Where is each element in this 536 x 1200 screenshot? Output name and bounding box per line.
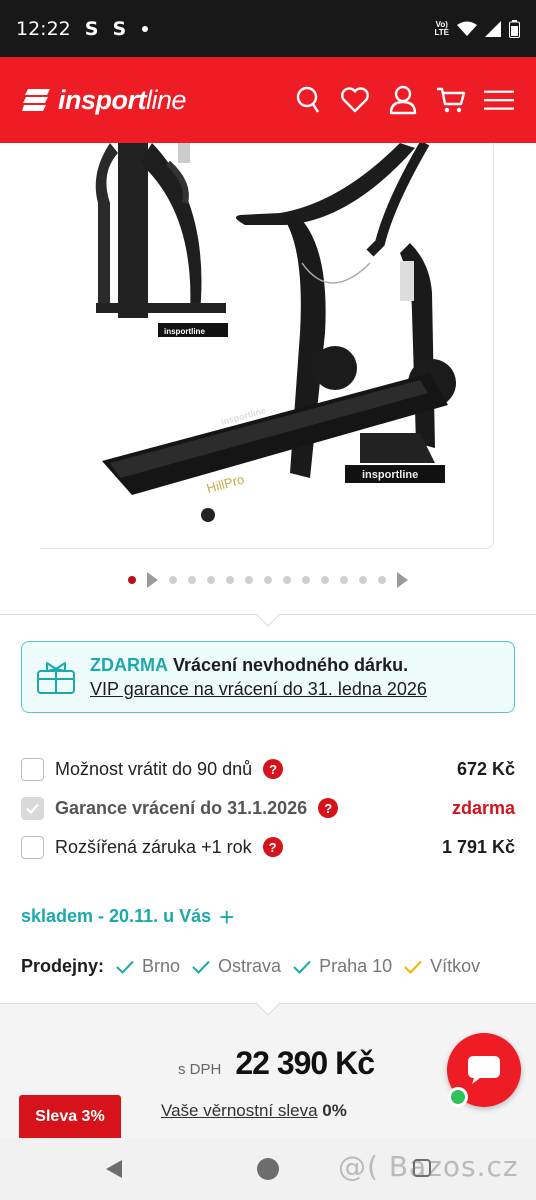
stores-label: Prodejny: — [21, 956, 105, 976]
status-time: 12:22 — [16, 17, 71, 40]
option-price: 672 Kč — [456, 758, 515, 779]
account-button[interactable] — [388, 85, 418, 115]
store-ostrava[interactable]: Ostrava — [192, 956, 281, 977]
cart-button[interactable] — [436, 85, 466, 115]
vat-label: s DPH — [178, 1061, 222, 1078]
wishlist-button[interactable] — [340, 85, 370, 115]
carousel-dot[interactable] — [264, 576, 272, 584]
heart-icon — [341, 87, 369, 113]
hamburger-icon — [484, 90, 514, 110]
option-extended-warranty[interactable]: Rozšířená záruka +1 rok ? 1 791 Kč — [21, 832, 515, 862]
carousel-dot[interactable] — [188, 576, 196, 584]
help-icon[interactable]: ? — [262, 837, 283, 857]
status-app-icon-2: S — [112, 17, 127, 40]
carousel-dot[interactable] — [340, 576, 348, 584]
chat-bubble-icon — [468, 1056, 500, 1084]
promo-free-label: ZDARMA — [90, 655, 168, 675]
bazos-watermark: @( Bazos.cz — [338, 1150, 519, 1183]
option-price: zdarma — [451, 797, 515, 818]
option-return-guarantee[interactable]: Garance vrácení do 31.1.2026 ? zdarma — [21, 793, 515, 823]
menu-button[interactable] — [484, 85, 514, 115]
store-brno[interactable]: Brno — [116, 956, 180, 977]
loyalty-discount-value: 0% — [322, 1101, 347, 1120]
check-icon — [293, 960, 311, 974]
help-icon[interactable]: ? — [318, 798, 339, 818]
cart-icon — [437, 87, 466, 113]
logo-text: insportline — [58, 84, 187, 115]
vip-guarantee-link[interactable]: VIP garance na vrácení do 31. ledna 2026 — [90, 679, 427, 699]
wifi-icon — [457, 21, 477, 36]
carousel-dot[interactable] — [378, 576, 386, 584]
android-navigation-bar: @( Bazos.cz — [0, 1138, 536, 1200]
battery-icon — [509, 19, 520, 38]
carousel-dot[interactable] — [226, 576, 234, 584]
insportline-logo[interactable]: insportline — [22, 84, 187, 116]
back-icon[interactable] — [104, 1159, 124, 1179]
product-price: 22 390 Kč — [235, 1045, 375, 1081]
header-actions — [292, 85, 514, 115]
carousel-indicators[interactable] — [0, 572, 536, 588]
gift-return-promo[interactable]: ZDARMA Vrácení nevhodného dárku. VIP gar… — [21, 641, 515, 713]
carousel-dot[interactable] — [359, 576, 367, 584]
carousel-dot[interactable] — [245, 576, 253, 584]
stock-availability[interactable]: skladem - 20.11. u Vás + — [21, 904, 234, 930]
expand-plus-icon[interactable]: + — [219, 904, 234, 930]
option-return-90-days[interactable]: Možnost vrátit do 90 dnů ? 672 Kč — [21, 754, 515, 784]
check-icon — [192, 960, 210, 974]
loyalty-discount: Vaše věrnostní sleva 0% — [161, 1101, 347, 1121]
option-checkbox[interactable] — [21, 757, 44, 781]
stock-text: skladem - 20.11. u Vás — [21, 906, 212, 926]
search-icon — [296, 86, 320, 113]
carousel-dot-active[interactable] — [128, 576, 136, 584]
signal-icon — [485, 20, 501, 37]
store-vitkov[interactable]: Vítkov — [404, 956, 480, 977]
notification-dot — [142, 25, 149, 32]
store-availability: Prodejny: Brno Ostrava Praha 10 Vítkov — [21, 956, 492, 977]
promo-text: ZDARMA Vrácení nevhodného dárku. VIP gar… — [90, 653, 427, 701]
option-checkbox-checked[interactable] — [21, 796, 44, 820]
promo-title: Vrácení nevhodného dárku. — [173, 655, 409, 675]
loyalty-discount-link[interactable]: Vaše věrnostní sleva — [161, 1101, 318, 1120]
status-app-icon-1: S — [84, 17, 99, 40]
carousel-dot[interactable] — [302, 576, 310, 584]
user-icon — [389, 85, 417, 115]
check-icon — [116, 960, 134, 974]
option-label: Možnost vrátit do 90 dnů — [55, 758, 253, 779]
check-icon — [404, 960, 422, 974]
option-label: Garance vrácení do 31.1.2026 — [55, 797, 308, 818]
logo-mark-icon — [22, 89, 50, 111]
side-brand: insportline — [362, 469, 418, 481]
status-icons: Vo) LTE — [434, 19, 520, 38]
video-play-icon[interactable] — [147, 572, 158, 588]
online-status-dot — [448, 1087, 468, 1107]
option-price: 1 791 Kč — [441, 836, 515, 857]
video-play-icon[interactable] — [397, 572, 408, 588]
price-line: s DPH 22 390 Kč — [178, 1045, 375, 1082]
product-image[interactable]: insportline insportline HillPro insportl… — [40, 143, 494, 549]
carousel-dot[interactable] — [283, 576, 291, 584]
site-header: insportline — [0, 57, 536, 143]
status-bar: 12:22 S S Vo) LTE — [0, 0, 536, 57]
carousel-dot[interactable] — [321, 576, 329, 584]
check-icon — [26, 803, 39, 814]
store-praha-10[interactable]: Praha 10 — [293, 956, 392, 977]
option-checkbox[interactable] — [21, 835, 44, 859]
discount-badge: Sleva 3% — [19, 1095, 121, 1138]
divider-notch — [255, 601, 281, 627]
treadmill-illustration: insportline insportline HillPro insportl… — [95, 143, 456, 522]
home-icon[interactable] — [257, 1158, 279, 1180]
option-label: Rozšířená záruka +1 rok — [55, 836, 252, 857]
gift-icon — [37, 662, 75, 694]
search-button[interactable] — [292, 85, 322, 115]
carousel-dot[interactable] — [169, 576, 177, 584]
volte-icon: Vo) LTE — [434, 19, 449, 37]
help-icon[interactable]: ? — [263, 759, 284, 779]
carousel-dot[interactable] — [207, 576, 215, 584]
folded-brand: insportline — [164, 327, 205, 336]
model-label: HillPro — [205, 471, 246, 495]
